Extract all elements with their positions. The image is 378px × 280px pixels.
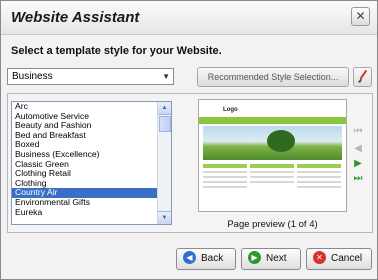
preview-column (297, 164, 341, 208)
preview-caption: Page preview (1 of 4) (227, 219, 318, 230)
list-scrollbar[interactable]: ▲ ▼ (157, 102, 171, 224)
preview-column (250, 164, 294, 208)
paintbrush-icon (358, 70, 367, 83)
previous-page-icon[interactable]: ◀ (352, 143, 364, 155)
chevron-down-icon: ▼ (162, 72, 170, 81)
close-button[interactable]: ✕ (351, 7, 370, 26)
scroll-thumb[interactable] (159, 116, 171, 132)
scroll-down-button[interactable]: ▼ (158, 211, 171, 224)
preview-nav-bar (199, 117, 346, 124)
recommended-style-selection-button[interactable]: Recommended Style Selection... (197, 67, 349, 87)
cancel-button[interactable]: ✕ Cancel (306, 248, 372, 270)
next-arrow-icon: ▶ (248, 250, 261, 264)
back-arrow-icon: ◀ (183, 250, 196, 264)
title-bar: Website Assistant ✕ (1, 1, 377, 35)
scroll-up-button[interactable]: ▲ (158, 102, 171, 115)
template-list-item[interactable]: Eureka (12, 207, 158, 218)
preview-column (203, 164, 247, 208)
next-button-label: Next (266, 253, 287, 264)
page-preview-image: Logo (198, 99, 347, 212)
first-page-icon[interactable]: ⏮ (352, 126, 364, 138)
instruction-heading: Select a template style for your Website… (11, 45, 222, 57)
paintbrush-button[interactable] (353, 67, 372, 87)
preview-logo-text: Logo (223, 107, 238, 113)
category-select-value: Business (12, 71, 53, 82)
template-list[interactable]: Arc Automotive Service Beauty and Fashion B… (11, 101, 172, 225)
category-select[interactable]: Business ▼ (7, 68, 174, 85)
cancel-button-label: Cancel (331, 253, 363, 264)
cancel-x-icon: ✕ (313, 250, 326, 264)
next-button[interactable]: ▶ Next (241, 248, 301, 270)
back-button[interactable]: ◀ Back (176, 248, 236, 270)
template-list-items: Arc Automotive Service Beauty and Fashion B… (12, 102, 158, 217)
website-assistant-dialog: Website Assistant ✕ Select a template st… (0, 0, 378, 280)
preview-tree (267, 130, 295, 152)
window-title: Website Assistant (11, 9, 140, 26)
last-page-icon[interactable]: ⏭ (352, 173, 364, 185)
next-page-icon[interactable]: ▶ (352, 158, 364, 170)
back-button-label: Back (201, 253, 224, 264)
